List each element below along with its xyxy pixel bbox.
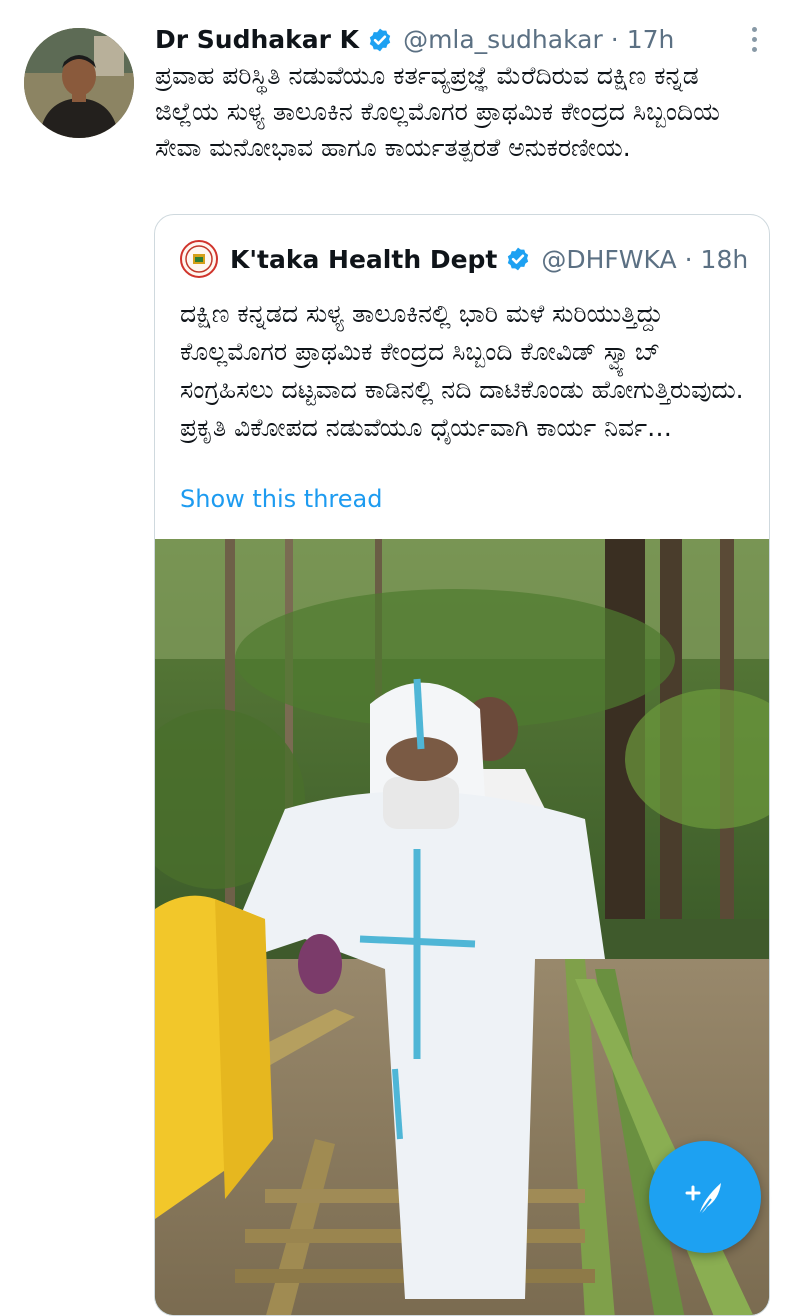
quoted-tweet-header: K'taka Health Dept @DHFWKA · 18h xyxy=(180,239,748,279)
avatar[interactable] xyxy=(24,28,134,138)
verified-badge-icon xyxy=(508,247,529,271)
tweet-header: Dr Sudhakar K @mla_sudhakar · 17h xyxy=(155,22,674,58)
separator-dot: · xyxy=(610,25,619,54)
compose-tweet-icon xyxy=(685,1183,721,1216)
tweet-text: ಪ್ರವಾಹ ಪರಿಸ್ಥಿತಿ ನಡುವೆಯೂ ಕರ್ತವ್ಯಪ್ರಜ್ಞೆ … xyxy=(155,61,720,162)
karnataka-emblem-icon xyxy=(180,240,218,278)
compose-tweet-button[interactable] xyxy=(649,1141,761,1253)
author-name[interactable]: Dr Sudhakar K xyxy=(155,22,359,58)
quoted-tweet-text: ದಕ್ಷಿಣ ಕನ್ನಡದ ಸುಳ್ಯ ತಾಲೂಕಿನಲ್ಲಿ ಭಾರಿ ಮಳೆ… xyxy=(180,299,744,442)
verified-badge-icon xyxy=(369,28,391,52)
separator-dot: · xyxy=(684,244,693,274)
quoted-timestamp[interactable]: 18h xyxy=(701,245,749,274)
more-vertical-icon xyxy=(751,26,757,32)
author-handle[interactable]: @mla_sudhakar xyxy=(403,22,603,58)
tweet-timestamp[interactable]: 17h xyxy=(627,22,675,58)
show-thread-link[interactable]: Show this thread xyxy=(180,485,382,513)
quoted-author-name[interactable]: K'taka Health Dept xyxy=(230,245,497,274)
avatar-photo xyxy=(24,28,134,138)
more-options-button[interactable] xyxy=(742,22,766,56)
quoted-author-handle[interactable]: @DHFWKA xyxy=(541,245,676,274)
